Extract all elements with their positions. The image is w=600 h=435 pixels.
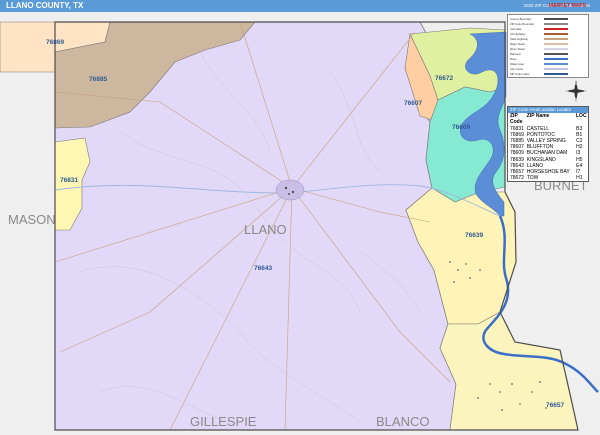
legend-label: City Limits xyxy=(510,67,523,71)
legend-label: County Boundary xyxy=(510,17,532,21)
legend-label: River xyxy=(510,57,517,61)
legend-row: Railroad xyxy=(510,52,586,56)
county-label-gillespie: GILLESPIE xyxy=(190,414,257,429)
legend-row: ZIP Code Boundary xyxy=(510,22,586,26)
legend-row: Minor Road xyxy=(510,47,586,51)
zip-label-76609: 76609 xyxy=(452,124,470,131)
legend-label: Railroad xyxy=(510,52,521,56)
zip-label-76869: 76869 xyxy=(46,39,64,46)
legend-row: State Highway xyxy=(510,37,586,41)
compass-north: N xyxy=(575,82,577,86)
compass-east: E xyxy=(584,89,586,93)
zip-label-76643: 76643 xyxy=(254,265,272,272)
legend-label: Minor Road xyxy=(510,47,525,51)
county-label-mason: MASON xyxy=(8,212,56,227)
legend-label: US Highway xyxy=(510,32,526,36)
column-loc: LOC xyxy=(576,113,587,120)
legend-label: Major Road xyxy=(510,42,525,46)
llano-city xyxy=(275,179,305,201)
zip-index-table: ZIP Code Area/Location Locator ZIP Code … xyxy=(507,106,589,183)
legend-label: Water Area xyxy=(510,62,524,66)
legend-row: Water Area xyxy=(510,62,586,66)
compass-west: W xyxy=(566,89,569,93)
zip-index-columns: ZIP Code ZIP Name LOC xyxy=(508,113,588,125)
legend-label: Interstate xyxy=(510,27,522,31)
zip-label-76885: 76885 xyxy=(89,76,107,83)
legend-label: ZIP Code Boundary xyxy=(510,22,535,26)
brand-logo: MARKET MAPS xyxy=(548,3,586,9)
compass-south: S xyxy=(575,97,577,101)
map-frame: LLANO COUNTY, TX 2020 ZIP Code ColorCast… xyxy=(0,0,600,435)
legend-row: US Highway xyxy=(510,32,586,36)
legend-row: County Boundary xyxy=(510,17,586,21)
zip-label-76639: 76639 xyxy=(465,232,483,239)
legend-label: ZIP Code Label xyxy=(510,72,530,76)
county-label-llano: LLANO xyxy=(244,222,287,237)
legend-row: River xyxy=(510,57,586,61)
legend-row: City Limits xyxy=(510,67,586,71)
legend-row: Interstate xyxy=(510,27,586,31)
compass-rose-icon: N S E W xyxy=(565,80,587,102)
column-zip-code: ZIP Code xyxy=(510,113,523,126)
map-title: LLANO COUNTY, TX xyxy=(6,1,84,10)
zip-label-76657: 76657 xyxy=(546,402,564,409)
legend-row: Major Road xyxy=(510,42,586,46)
legend-label: State Highway xyxy=(510,37,529,41)
zip-label-76672: 76672 xyxy=(435,75,453,82)
county-label-blanco: BLANCO xyxy=(376,414,429,429)
zip-label-76607: 76607 xyxy=(404,100,422,107)
zip-label-76831: 76831 xyxy=(60,177,78,184)
table-row[interactable]: 78672 TOW H1 xyxy=(508,175,588,181)
title-bar: LLANO COUNTY, TX 2020 ZIP Code ColorCast… xyxy=(0,0,600,12)
column-zip-name: ZIP Name xyxy=(526,113,550,120)
legend-row: ZIP Code Label xyxy=(510,72,586,76)
map-legend: County Boundary ZIP Code Boundary Inters… xyxy=(507,14,589,78)
